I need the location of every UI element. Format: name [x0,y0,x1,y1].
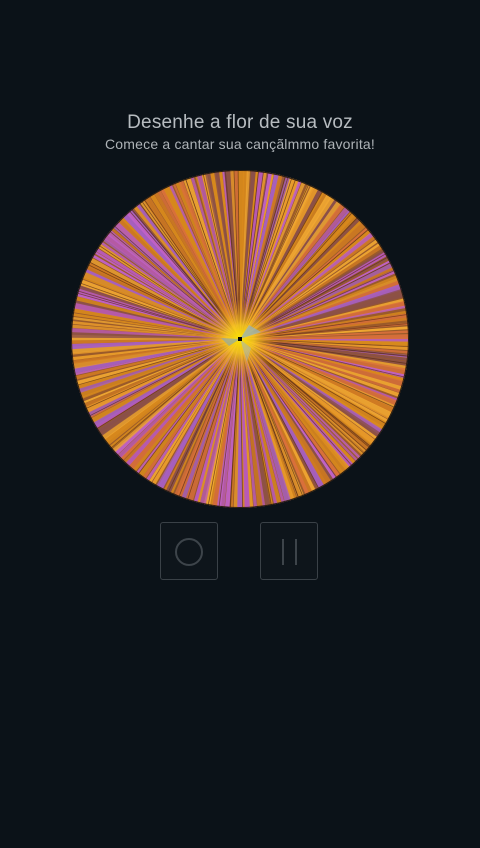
pause-button[interactable] [260,522,318,580]
playback-controls [160,522,320,582]
flower-center-dot [238,337,242,341]
record-circle-icon [175,538,203,566]
page-title: Desenhe a flor de sua voz [127,112,353,133]
record-button[interactable] [160,522,218,580]
pause-icon [282,539,297,565]
screen: Desenhe a flor de sua voz Comece a canta… [0,0,480,848]
page-subtitle: Comece a cantar sua cançãlmmo favorita! [104,136,376,152]
voice-flower-drawing [71,170,409,508]
voice-flower-canvas [71,170,409,508]
